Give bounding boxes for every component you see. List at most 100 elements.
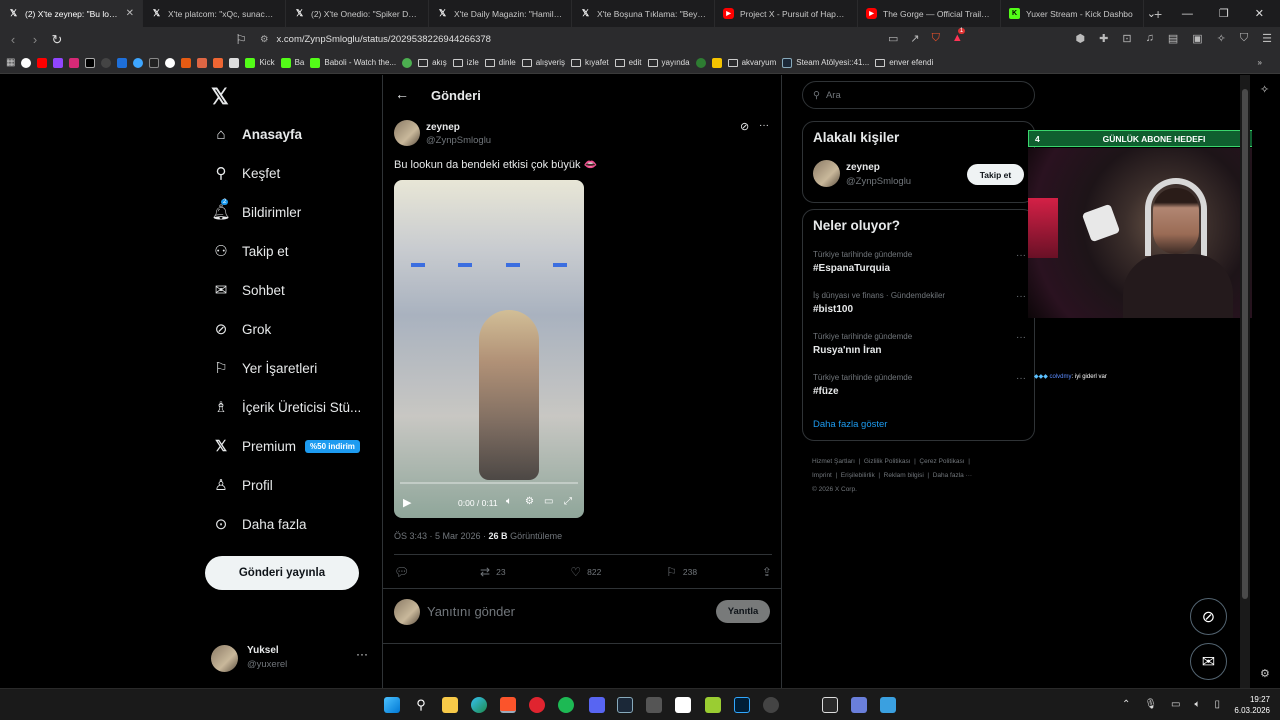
browser-tab[interactable]: 𝕏 X'te Daily Magazin: "Hamileliğ [429,0,572,27]
nav-chat[interactable]: ✉ Sohbet [213,282,285,299]
more-icon[interactable]: ··· [1016,332,1026,343]
video-player[interactable]: ▶ 0:00 / 0:11 🔈︎ ⚙ ▭ ⤢ [394,180,584,518]
follow-button[interactable]: Takip et [967,164,1024,185]
browser-tab[interactable]: 𝕏 X'te Boşuna Tıklama: "Beyaz Sa [572,0,715,27]
more-icon[interactable]: ··· [759,120,769,131]
app-icon[interactable] [851,697,867,713]
epic-games-icon[interactable] [822,697,838,713]
minimize-icon[interactable]: — [1182,8,1193,20]
footer-link[interactable]: Imprint [812,472,832,479]
grok-floating-button[interactable]: ⊘ [1190,598,1227,635]
share-icon[interactable]: ↗ [910,32,919,45]
bookmark-item[interactable]: Steam Atölyesi::41... [782,57,869,68]
brave-shield-icon[interactable]: ⛉ [932,32,940,45]
system-clock[interactable]: 19:27 6.03.2026 [1234,694,1270,716]
nav-follow[interactable]: ⚇ Takip et [213,243,288,260]
browser-tab[interactable]: ▶ Project X - Pursuit of Happines [715,0,858,27]
browser-tab[interactable]: 𝕏 X'te platcom: "xQc, sunacağı iç [143,0,286,27]
bookmark-item[interactable] [69,57,80,68]
forward-icon[interactable]: › [24,32,46,47]
share-button[interactable]: ⇪ [762,565,772,579]
bookmark-item[interactable]: Ba [280,57,304,68]
nav-bookmarks[interactable]: ⚐ Yer İşaretleri [213,360,317,377]
bookmark-item[interactable] [101,57,112,68]
discord-icon[interactable] [589,697,605,713]
edge-icon[interactable] [471,697,487,713]
chevron-down-icon[interactable]: ⌄ [1147,7,1156,20]
battery-icon[interactable]: ▯ [1214,699,1220,710]
bookmark-folder[interactable]: alışveriş [521,58,565,67]
cast-icon[interactable]: ▭ [888,32,898,45]
bookmark-folder[interactable]: enver efendi [875,58,933,67]
grok-icon[interactable]: ⊘ [740,120,749,133]
scrollbar-thumb[interactable] [1242,89,1248,599]
repost-button[interactable]: ⇄ 23 [480,565,506,579]
browser-tab[interactable]: 𝕏 (2) X'te Onedio: "Spiker Demet [286,0,429,27]
reload-icon[interactable]: ↻ [46,32,68,48]
page-scrollbar[interactable] [1240,75,1250,688]
steam-icon[interactable] [617,697,633,713]
messages-floating-button[interactable]: ✉ [1190,643,1227,680]
vpn-icon[interactable]: ⬢ [1076,32,1086,45]
nav-notifications[interactable]: 🔔︎ 2 Bildirimler [211,199,301,221]
close-window-icon[interactable]: ✕ [1255,7,1264,20]
settings-icon[interactable]: ⚙ [525,496,534,507]
footer-link[interactable]: Gizlilik Politikası [864,458,911,465]
browser-tab[interactable]: K Yuxer Stream - Kick Dashbo [1001,0,1144,27]
bookmark-item[interactable] [402,57,413,68]
video-progress-bar[interactable] [400,482,578,484]
rewards-icon[interactable]: ▲ 1 [952,28,966,45]
more-icon[interactable]: ··· [1016,250,1026,261]
bookmark-folder[interactable]: dinle [484,58,516,67]
app-icon[interactable] [705,697,721,713]
volume-icon[interactable]: 🔈︎ [1194,699,1200,710]
trend-item[interactable]: İş dünyası ve finans · Gündemdekiler #bis… [813,291,1026,315]
bookmark-item[interactable] [149,57,160,68]
bookmark-item[interactable] [117,57,128,68]
menu-icon[interactable]: ☰ [1262,32,1272,45]
bookmark-item[interactable] [53,57,64,68]
bookmark-item[interactable] [133,57,144,68]
opera-icon[interactable] [529,697,545,713]
bookmark-button[interactable]: ⚐ 238 [666,565,697,579]
nav-home[interactable]: ⌂ Anasayfa [213,126,302,143]
reply-button[interactable]: 💬︎ [394,565,415,579]
post-button[interactable]: Gönderi yayınla [205,556,359,590]
author-name[interactable]: zeynep [426,122,460,133]
bookmark-folder[interactable]: edit [614,58,642,67]
trend-item[interactable]: Türkiye tarihinde gündemde Rusya'nın İran… [813,332,1026,356]
author-avatar[interactable] [394,120,420,146]
search-input[interactable]: ⚲ Ara [802,81,1035,109]
app-icon[interactable] [880,697,896,713]
bookmark-item[interactable] [695,57,706,68]
trend-item[interactable]: Türkiye tarihinde gündemde #EspanaTurquia… [813,250,1026,274]
calculator-icon[interactable] [646,697,662,713]
author-handle[interactable]: @ZynpSmloglu [426,135,491,146]
bookmark-item[interactable] [181,57,192,68]
back-arrow-icon[interactable]: ← [395,86,409,102]
nav-explore[interactable]: ⚲ Keşfet [213,165,281,182]
footer-link[interactable]: Daha fazla ··· [933,472,972,479]
bookmark-item[interactable] [711,57,722,68]
site-info-icon[interactable]: ⚙ [260,34,269,45]
footer-link[interactable]: Reklam bilgisi [884,472,924,479]
search-icon[interactable]: ⚲ [413,697,429,713]
bookmark-item[interactable]: Kick [245,57,275,68]
bookmark-folder[interactable]: kıyafet [571,58,609,67]
footer-link[interactable]: Hizmet Şartları [812,458,855,465]
reply-input[interactable]: Yanıtını gönder [427,604,515,619]
captions-icon[interactable]: ▭ [544,496,553,507]
windows-start-icon[interactable] [384,697,400,713]
wallet-icon[interactable]: ▣ [1192,32,1202,45]
person-avatar[interactable] [813,160,840,187]
reply-submit-button[interactable]: Yanıtla [716,600,770,623]
settings-icon[interactable]: ⚙ [1260,667,1270,680]
trend-item[interactable]: Türkiye tarihinde gündemde #füze ··· [813,373,1026,397]
footer-link[interactable]: Çerez Politikası [919,458,964,465]
x-logo-icon[interactable]: 𝕏 [211,84,229,110]
bookmark-item[interactable] [213,57,224,68]
like-button[interactable]: ♡ 822 [570,565,601,579]
person-name[interactable]: zeynep [846,162,880,173]
bookmark-item[interactable] [165,57,176,68]
maximize-icon[interactable]: ❐ [1219,7,1229,20]
